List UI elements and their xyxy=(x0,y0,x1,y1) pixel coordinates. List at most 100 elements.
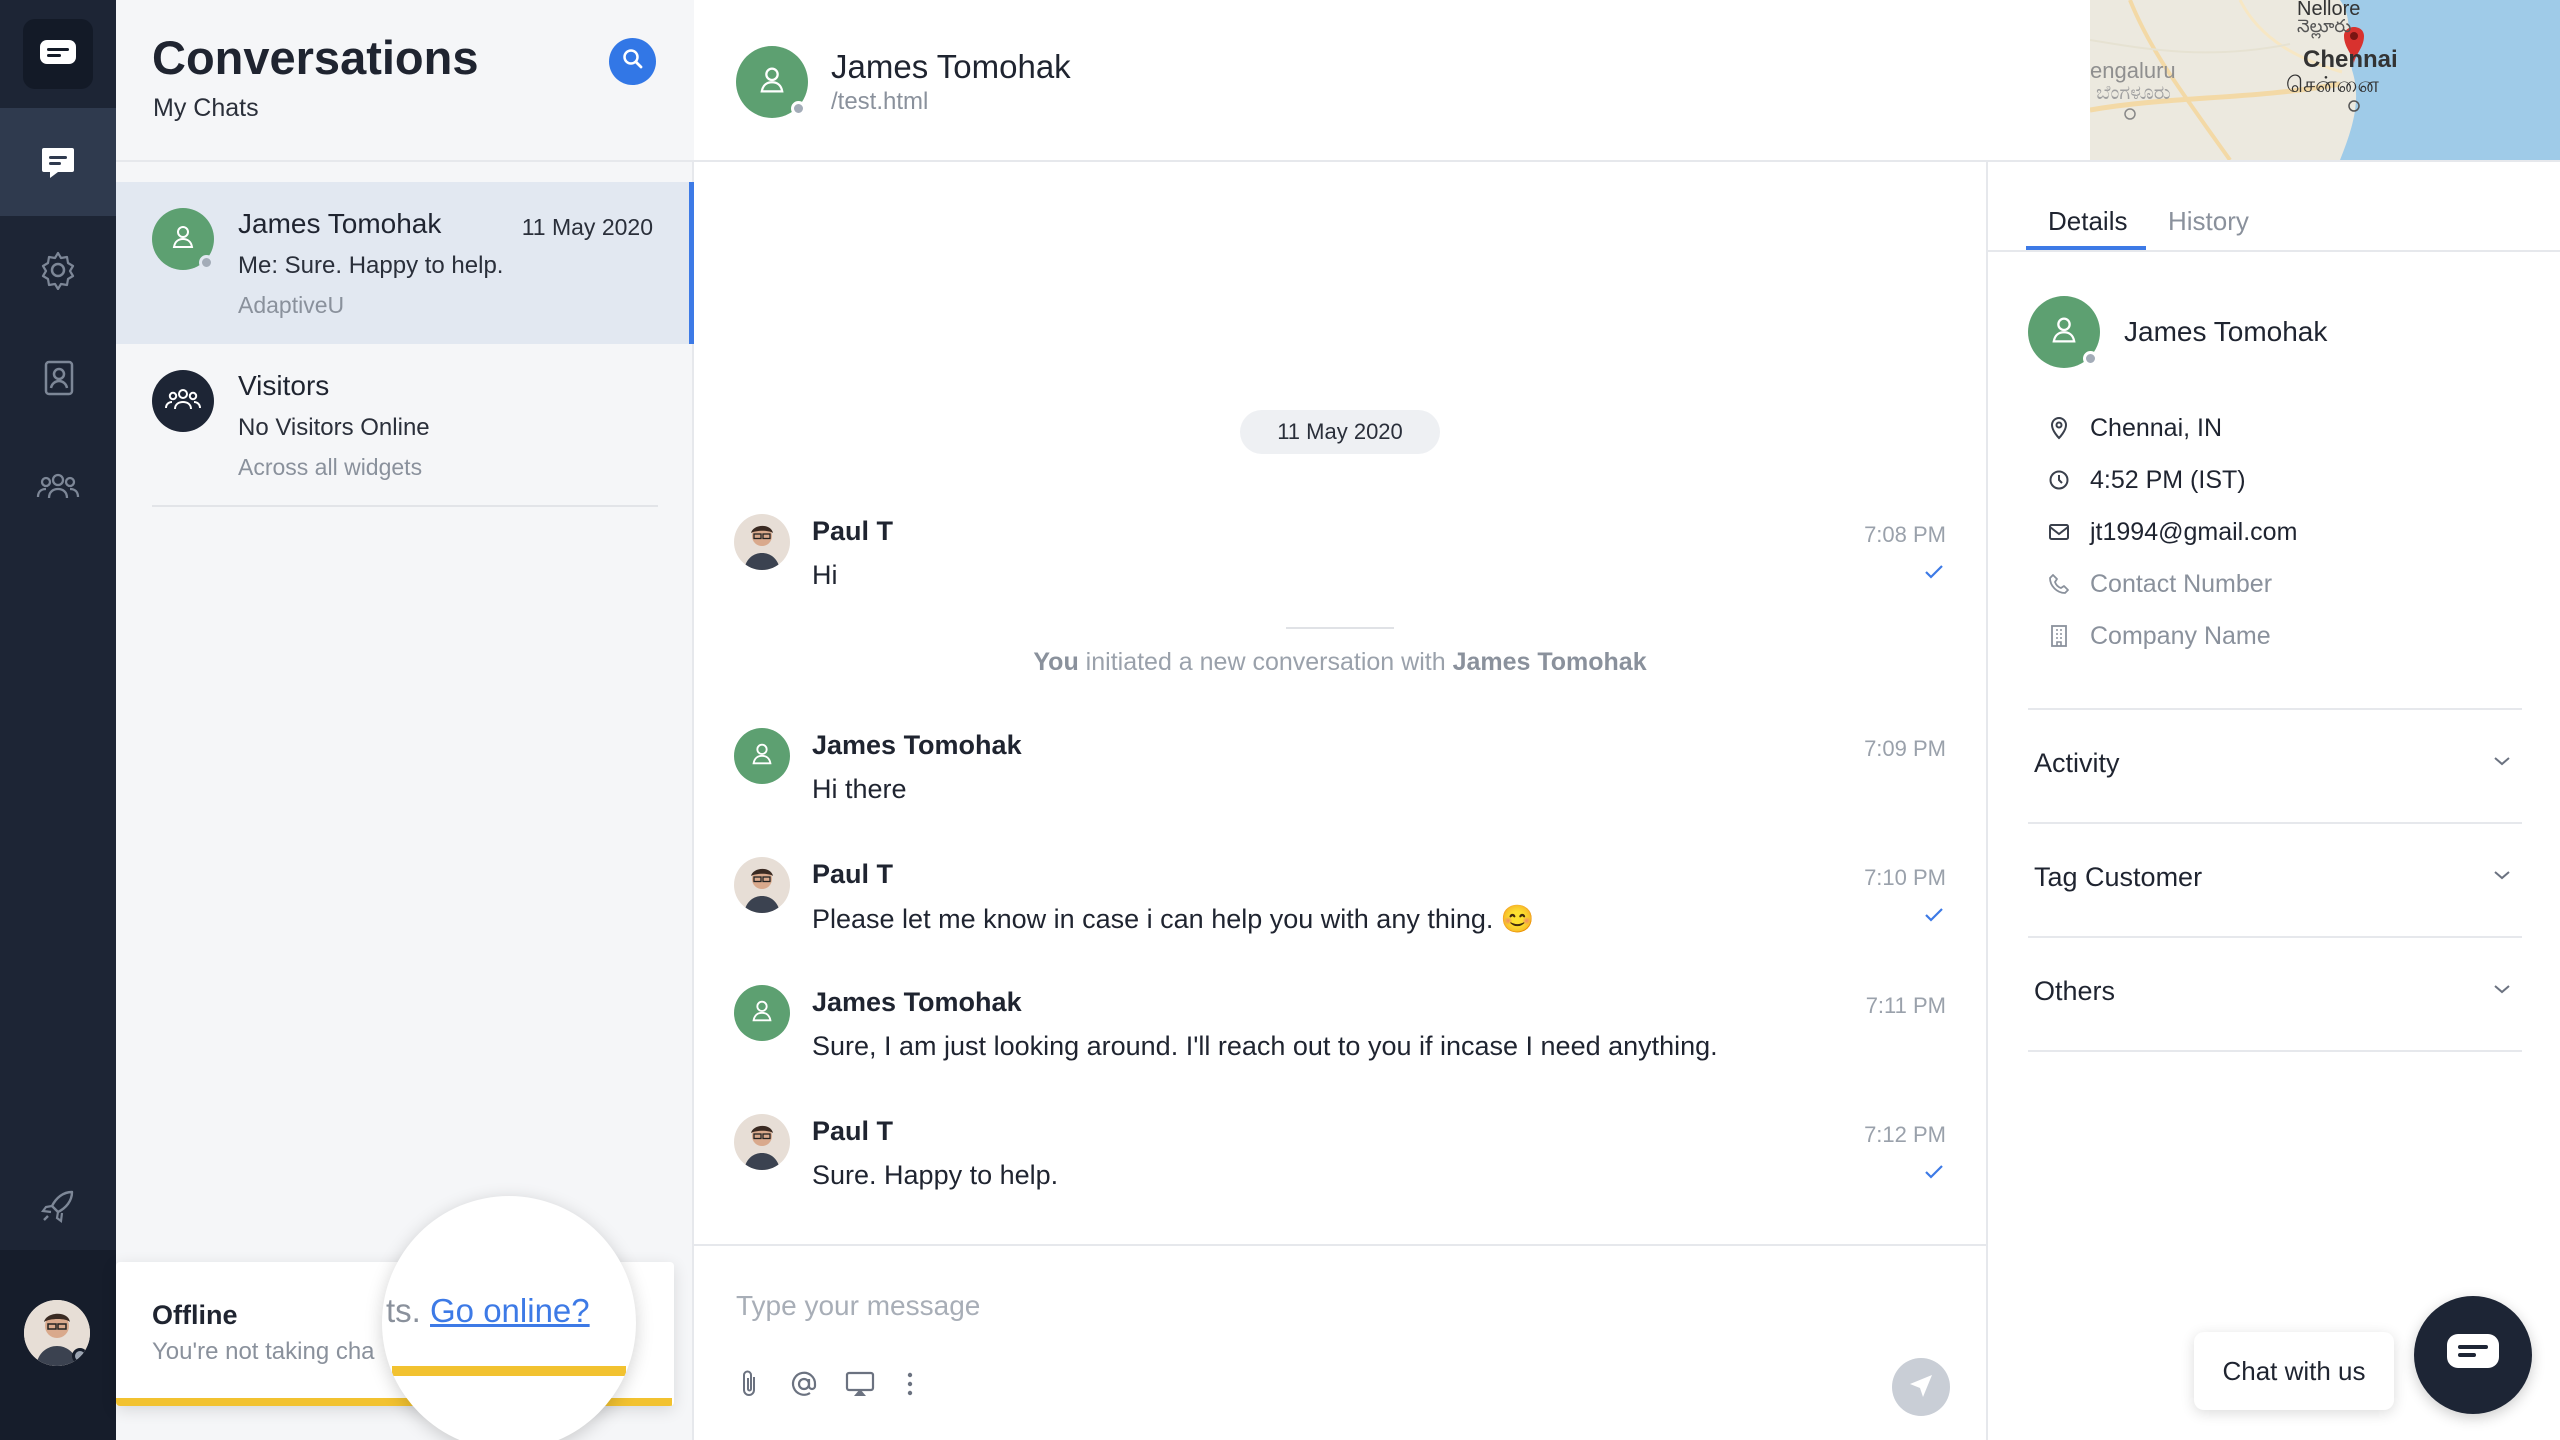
location-value: Chennai, IN xyxy=(2090,413,2223,442)
conversation-name: James Tomohak xyxy=(238,208,442,239)
mention-button[interactable] xyxy=(784,1366,824,1406)
date-separator: 11 May 2020 xyxy=(1240,410,1440,454)
message-time: 7:09 PM xyxy=(1864,736,1946,761)
more-options-button[interactable] xyxy=(890,1366,930,1406)
chevron-down-icon xyxy=(2492,982,2512,1000)
tab-history[interactable]: History xyxy=(2168,206,2249,237)
message-sender: Paul T xyxy=(812,1116,894,1146)
message: Paul T Hi 7:08 PM xyxy=(734,514,1946,614)
avatar xyxy=(736,46,808,118)
left-rail xyxy=(0,0,116,1440)
message-time: 7:11 PM xyxy=(1865,993,1946,1018)
conversation-item-james[interactable]: James Tomohak 11 May 2020 Me: Sure. Happ… xyxy=(116,182,694,344)
app-logo[interactable] xyxy=(0,0,116,108)
rail-contacts[interactable] xyxy=(0,324,116,432)
divider xyxy=(152,505,658,507)
contact-phone[interactable]: Contact Number xyxy=(2046,566,2272,602)
read-tick-icon xyxy=(1924,564,1944,585)
conversation-item-visitors[interactable]: Visitors No Visitors Online Across all w… xyxy=(116,344,694,506)
avatar xyxy=(152,208,214,270)
user-icon xyxy=(2047,313,2081,352)
tab-details[interactable]: Details xyxy=(2048,206,2127,237)
chat-widget-label[interactable]: Chat with us xyxy=(2194,1332,2394,1410)
contact-location: Chennai, IN xyxy=(2046,410,2222,446)
message-text: Sure, I am just looking around. I'll rea… xyxy=(812,1031,1718,1061)
active-tab-indicator xyxy=(2026,246,2146,250)
rail-team[interactable] xyxy=(0,432,116,540)
location-map[interactable]: Nellore నెల్లూరు engaluru ಬೆಂಗಳೂರು Chenn… xyxy=(2090,0,2560,160)
message-input[interactable] xyxy=(736,1286,1886,1326)
go-online-link[interactable]: Go online? xyxy=(430,1292,590,1329)
map-label-bengaluru: engaluru xyxy=(2090,58,2176,83)
attach-button[interactable] xyxy=(730,1366,770,1406)
conversation-filter[interactable]: My Chats xyxy=(153,94,259,123)
section-label: Tag Customer xyxy=(2034,862,2203,892)
company-placeholder[interactable]: Company Name xyxy=(2090,622,2271,651)
conversation-list-header: Conversations My Chats xyxy=(116,0,694,162)
rail-settings[interactable] xyxy=(0,216,116,324)
chat-header: James Tomohak /test.html Nellore నెల్లూర… xyxy=(694,0,2560,162)
team-icon xyxy=(35,466,81,506)
visitor-avatar xyxy=(734,985,790,1041)
section-tag-customer[interactable]: Tag Customer xyxy=(2028,824,2522,936)
profile-avatar[interactable] xyxy=(24,1300,90,1366)
email-value[interactable]: jt1994@gmail.com xyxy=(2090,518,2297,547)
message-text: Please let me know in case i can help yo… xyxy=(812,904,1535,934)
message: James Tomohak Hi there 7:09 PM xyxy=(734,728,1946,828)
message-text: Sure. Happy to help. xyxy=(812,1160,1059,1190)
read-tick-icon xyxy=(1924,907,1944,928)
contact-name: James Tomohak xyxy=(2124,316,2328,347)
building-icon xyxy=(2046,623,2072,649)
details-panel: Details History James Tomohak Chennai, I… xyxy=(1986,162,2560,1440)
conversation-widget: AdaptiveU xyxy=(238,292,345,318)
contact-company[interactable]: Company Name xyxy=(2046,618,2271,654)
chat-contact-name: James Tomohak xyxy=(831,48,1071,85)
conversation-last-message: No Visitors Online xyxy=(238,414,430,441)
conversation-date: 11 May 2020 xyxy=(521,214,653,240)
contact-email[interactable]: jt1994@gmail.com xyxy=(2046,514,2297,550)
go-online-text: ts. Go online? xyxy=(386,1292,590,1330)
page-title: Conversations xyxy=(152,31,479,84)
search-button[interactable] xyxy=(609,38,656,85)
offline-subtitle: You're not taking cha xyxy=(152,1338,375,1365)
system-note: You initiated a new conversation with Ja… xyxy=(694,648,1986,677)
clock-icon xyxy=(2046,467,2072,493)
message-sender: James Tomohak xyxy=(812,987,1022,1017)
chat-bubble-icon xyxy=(2444,1331,2502,1380)
user-icon xyxy=(755,63,789,102)
chevron-down-icon xyxy=(2492,868,2512,886)
chat-messages: 11 May 2020 Paul T Hi 7:08 PM You initia… xyxy=(694,162,1986,1244)
status-dot xyxy=(2083,351,2098,366)
rail-chats[interactable] xyxy=(0,108,116,216)
message-sender: Paul T xyxy=(812,859,894,889)
agent-avatar xyxy=(734,1114,790,1170)
conversation-list-panel: Conversations My Chats James Tomohak 11 … xyxy=(116,0,694,1440)
visitor-avatar xyxy=(734,728,790,784)
at-sign-icon xyxy=(790,1370,818,1403)
rail-launch[interactable] xyxy=(0,1152,116,1260)
map-label-chennai-tamil: சென்னை xyxy=(2286,72,2379,97)
message-text: Hi xyxy=(812,560,838,590)
phone-placeholder[interactable]: Contact Number xyxy=(2090,570,2272,599)
mail-icon xyxy=(2046,519,2072,545)
search-icon xyxy=(621,47,645,76)
screen-share-icon xyxy=(845,1370,875,1403)
message-sender: James Tomohak xyxy=(812,730,1022,760)
avatar xyxy=(152,370,214,432)
user-icon xyxy=(748,740,776,773)
section-others[interactable]: Others xyxy=(2028,938,2522,1050)
message-time: 7:12 PM xyxy=(1864,1122,1946,1147)
go-online-magnifier: ts. Go online? xyxy=(382,1196,636,1440)
map-label-nellore-telugu: నెల్లూరు xyxy=(2297,16,2352,36)
section-activity[interactable]: Activity xyxy=(2028,710,2522,822)
conversation-widget: Across all widgets xyxy=(238,454,423,480)
local-time-value: 4:52 PM (IST) xyxy=(2090,465,2246,494)
screen-share-button[interactable] xyxy=(840,1366,880,1406)
chat-widget-button[interactable] xyxy=(2414,1296,2532,1414)
send-button[interactable] xyxy=(1892,1358,1950,1416)
status-dot xyxy=(199,255,214,270)
paperclip-icon xyxy=(739,1369,761,1404)
chat-contact-page[interactable]: /test.html xyxy=(831,88,928,116)
app-logo-icon xyxy=(23,19,93,89)
map-label-chennai: Chennai xyxy=(2303,46,2398,73)
